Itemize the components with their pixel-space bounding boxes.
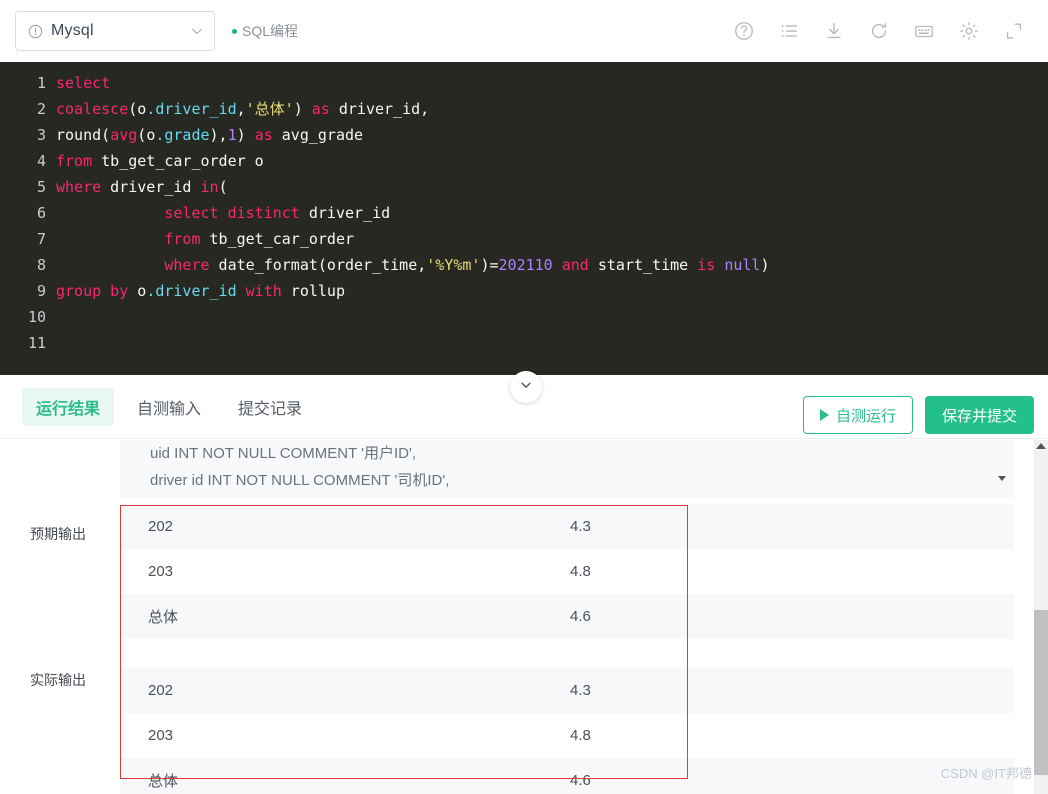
code-line: 9 group by o.driver_id with rollup	[0, 278, 1048, 304]
code-line: 6 select distinct driver_id	[0, 200, 1048, 226]
code-line: 1 select	[0, 70, 1048, 96]
top-toolbar: Mysql SQL编程	[0, 0, 1048, 62]
page-scrollbar[interactable]	[1034, 440, 1048, 794]
save-and-submit-button[interactable]: 保存并提交	[924, 396, 1034, 434]
refresh-icon[interactable]	[856, 9, 901, 54]
keyboard-icon[interactable]	[901, 9, 946, 54]
code-line: 11	[0, 330, 1048, 356]
tab-1[interactable]: 运行结果	[22, 387, 115, 426]
line-number: 4	[36, 152, 46, 170]
schema-line: uid INT NOT NULL COMMENT '用户ID',	[150, 445, 417, 462]
result-panel: uid INT NOT NULL COMMENT '用户ID', driver …	[0, 440, 1036, 794]
status-dot-icon	[232, 28, 237, 34]
cell-key: 203	[148, 563, 174, 580]
code-text: coalesce(o.driver_id,'总体') as driver_id,	[56, 100, 430, 118]
cell-key: 总体	[148, 773, 179, 790]
sql-editor-page: Mysql SQL编程 1 select 2 coalesce(o.driver…	[0, 0, 1048, 794]
line-number: 11	[27, 334, 46, 352]
tab-2[interactable]: 自测输入	[123, 388, 215, 426]
cell-key: 202	[148, 682, 174, 699]
code-text: from tb_get_car_order o	[56, 152, 264, 170]
cell-key: 203	[148, 727, 174, 744]
sql-code-editor[interactable]: 1 select 2 coalesce(o.driver_id,'总体') as dr…	[0, 62, 1048, 375]
expected-output-label: 预期输出	[30, 526, 86, 542]
help-circle-icon[interactable]	[721, 9, 766, 54]
code-text: where driver_id in(	[56, 178, 228, 196]
line-number: 3	[36, 126, 46, 144]
toolbar-icon-group	[721, 0, 1036, 62]
expand-icon[interactable]	[991, 9, 1036, 54]
code-line: 3 round(avg(o.grade),1) as avg_grade	[0, 122, 1048, 148]
table-row: 总体 4.6	[120, 594, 1014, 639]
line-number: 1	[36, 74, 46, 92]
action-button-group: 自测运行 保存并提交	[802, 396, 1034, 434]
watermark: CSDN @IT邦德	[940, 766, 1032, 781]
line-number: 6	[36, 204, 46, 222]
self-test-run-button[interactable]: 自测运行	[802, 396, 913, 434]
scroll-up-arrow-icon[interactable]	[1036, 443, 1046, 449]
database-select-value: Mysql	[51, 22, 94, 39]
cell-value: 4.6	[570, 608, 591, 625]
code-text: select distinct driver_id	[164, 204, 391, 222]
cell-value: 4.3	[570, 518, 591, 535]
cell-value: 4.3	[570, 682, 591, 699]
line-number: 7	[36, 230, 46, 248]
breadcrumb: SQL编程	[232, 11, 298, 51]
save-and-submit-label: 保存并提交	[941, 407, 1017, 425]
table-row: 202 4.3	[120, 668, 1014, 713]
breadcrumb-label: SQL编程	[242, 23, 299, 39]
download-icon[interactable]	[811, 9, 856, 54]
code-text: round(avg(o.grade),1) as avg_grade	[56, 126, 364, 144]
code-line: 7 from tb_get_car_order	[0, 226, 1048, 252]
tab-3[interactable]: 提交记录	[224, 388, 316, 426]
line-number: 9	[36, 282, 46, 300]
exclamation-circle-icon	[28, 24, 43, 39]
actual-output-table: 202 4.3 203 4.8 总体 4.6	[120, 650, 1014, 794]
chevron-down-icon	[519, 378, 533, 397]
line-number: 10	[27, 308, 46, 326]
table-row: 总体 4.6	[120, 758, 1014, 794]
line-number: 5	[36, 178, 46, 196]
table-row: 203 4.8	[120, 713, 1014, 758]
caret-down-icon[interactable]	[996, 472, 1008, 484]
collapse-editor-button[interactable]	[510, 371, 542, 403]
play-icon	[819, 409, 829, 421]
line-number: 8	[36, 256, 46, 274]
code-line: 5 where driver_id in(	[0, 174, 1048, 200]
code-line: 10	[0, 304, 1048, 330]
gear-icon[interactable]	[946, 9, 991, 54]
line-number: 2	[36, 100, 46, 118]
cell-value: 4.8	[570, 563, 591, 580]
table-row: 203 4.8	[120, 549, 1014, 594]
code-line: 4 from tb_get_car_order o	[0, 148, 1048, 174]
cell-key: 总体	[148, 609, 179, 626]
cell-value: 4.8	[570, 727, 591, 744]
actual-output-label: 实际输出	[30, 672, 86, 688]
schema-preview-box[interactable]: uid INT NOT NULL COMMENT '用户ID', driver …	[120, 440, 1014, 498]
code-text: select	[56, 74, 111, 92]
code-text: where date_format(order_time,'%Y%m')=202…	[164, 256, 770, 274]
list-icon[interactable]	[766, 9, 811, 54]
database-select[interactable]: Mysql	[15, 11, 215, 51]
table-row-blank	[120, 650, 1014, 668]
code-text: from tb_get_car_order	[164, 230, 355, 248]
cell-key: 202	[148, 518, 174, 535]
schema-line: driver id INT NOT NULL COMMENT '司机ID',	[150, 472, 450, 489]
chevron-down-icon	[190, 24, 204, 38]
scrollbar-thumb[interactable]	[1034, 610, 1048, 775]
code-text: group by o.driver_id with rollup	[56, 282, 345, 300]
code-line: 2 coalesce(o.driver_id,'总体') as driver_id…	[0, 96, 1048, 122]
code-line: 8 where date_format(order_time,'%Y%m')=2…	[0, 252, 1048, 278]
table-row: 202 4.3	[120, 504, 1014, 549]
self-test-run-label: 自测运行	[835, 407, 896, 425]
